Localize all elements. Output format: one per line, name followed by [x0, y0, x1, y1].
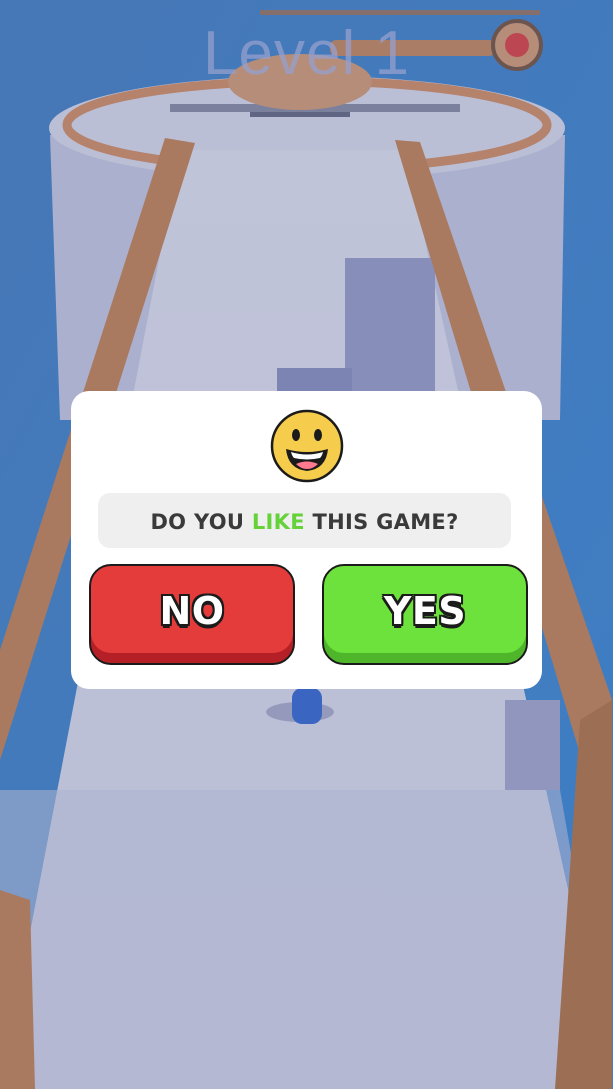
no-button-label: NO	[159, 588, 225, 633]
rating-dialog: DO YOU LIKE THIS GAME? NO YES	[71, 391, 542, 689]
level-title: Level 1	[203, 19, 410, 88]
question-suffix: THIS GAME?	[312, 510, 459, 534]
grinning-face-icon	[270, 409, 344, 483]
question-highlight: LIKE	[251, 510, 305, 534]
yes-button-label: YES	[383, 588, 467, 633]
question-prefix: DO YOU	[150, 510, 245, 534]
question-text: DO YOU LIKE THIS GAME?	[98, 493, 511, 548]
no-button[interactable]: NO	[89, 564, 295, 665]
yes-button[interactable]: YES	[322, 564, 528, 665]
